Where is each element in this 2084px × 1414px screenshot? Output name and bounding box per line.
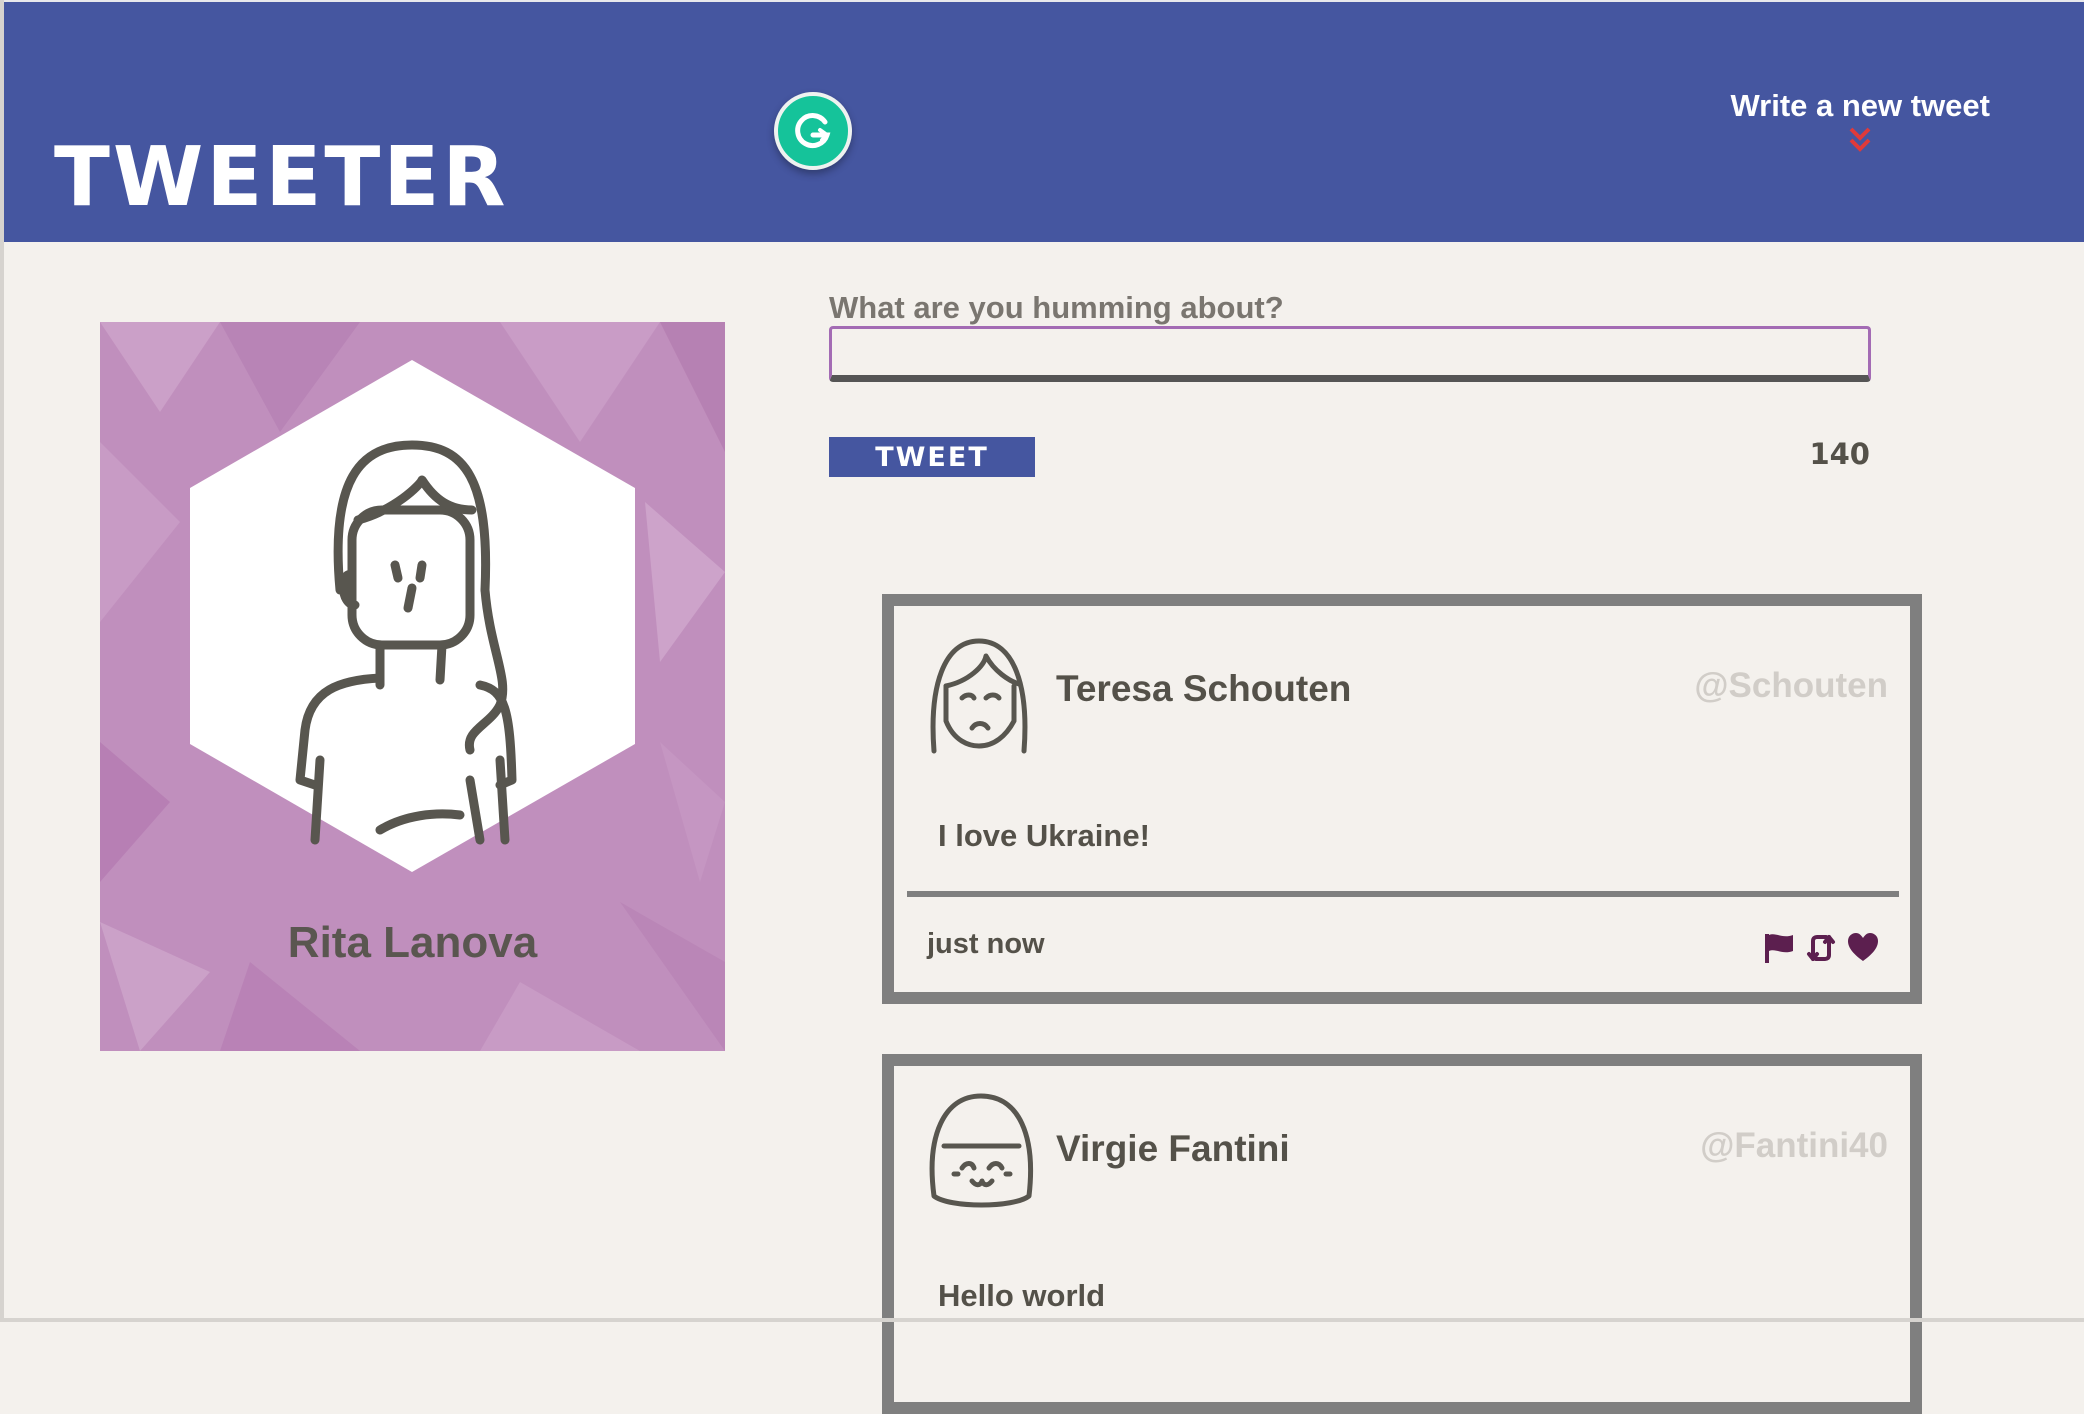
double-chevron-down-icon[interactable] [1848, 126, 1872, 154]
flag-icon[interactable] [1762, 931, 1796, 965]
tweet-input-label: What are you humming about? [829, 290, 1284, 325]
tweet-button[interactable]: TWEET [829, 437, 1035, 477]
heart-icon[interactable] [1846, 931, 1880, 965]
profile-name: Rita Lanova [287, 918, 538, 967]
grammarly-icon[interactable] [774, 92, 852, 170]
site-header: TWEETER Write a new tweet [4, 2, 2084, 242]
tweet-avatar [930, 638, 1028, 754]
tweet-content: Hello world [938, 1278, 1106, 1313]
tweet-author-handle[interactable]: @Schouten [1694, 666, 1888, 706]
site-logo[interactable]: TWEETER [54, 137, 509, 219]
tweet-author-name[interactable]: Teresa Schouten [1056, 668, 1351, 710]
character-counter: 140 [1809, 437, 1870, 471]
window-bottom-edge [0, 1318, 2084, 1322]
profile-avatar [190, 360, 635, 872]
tweet-author-handle[interactable]: @Fantini40 [1700, 1126, 1888, 1166]
tweet-author-name[interactable]: Virgie Fantini [1056, 1128, 1290, 1170]
tweet-actions [1762, 928, 1880, 968]
tweet-divider [907, 891, 1899, 897]
retweet-icon[interactable] [1804, 931, 1838, 965]
tweet-timestamp: just now [927, 928, 1045, 960]
tweet-avatar [929, 1093, 1034, 1208]
tweet-content: I love Ukraine! [938, 818, 1150, 853]
tweet-textarea[interactable] [829, 326, 1871, 382]
write-new-tweet-link[interactable]: Write a new tweet [1730, 88, 1990, 154]
tweet-card: Teresa Schouten @Schouten I love Ukraine… [882, 594, 1922, 1004]
profile-card: Rita Lanova [100, 322, 725, 1051]
tweet-card: Virgie Fantini @Fantini40 Hello world [882, 1054, 1922, 1414]
write-new-tweet-label[interactable]: Write a new tweet [1730, 88, 1990, 123]
